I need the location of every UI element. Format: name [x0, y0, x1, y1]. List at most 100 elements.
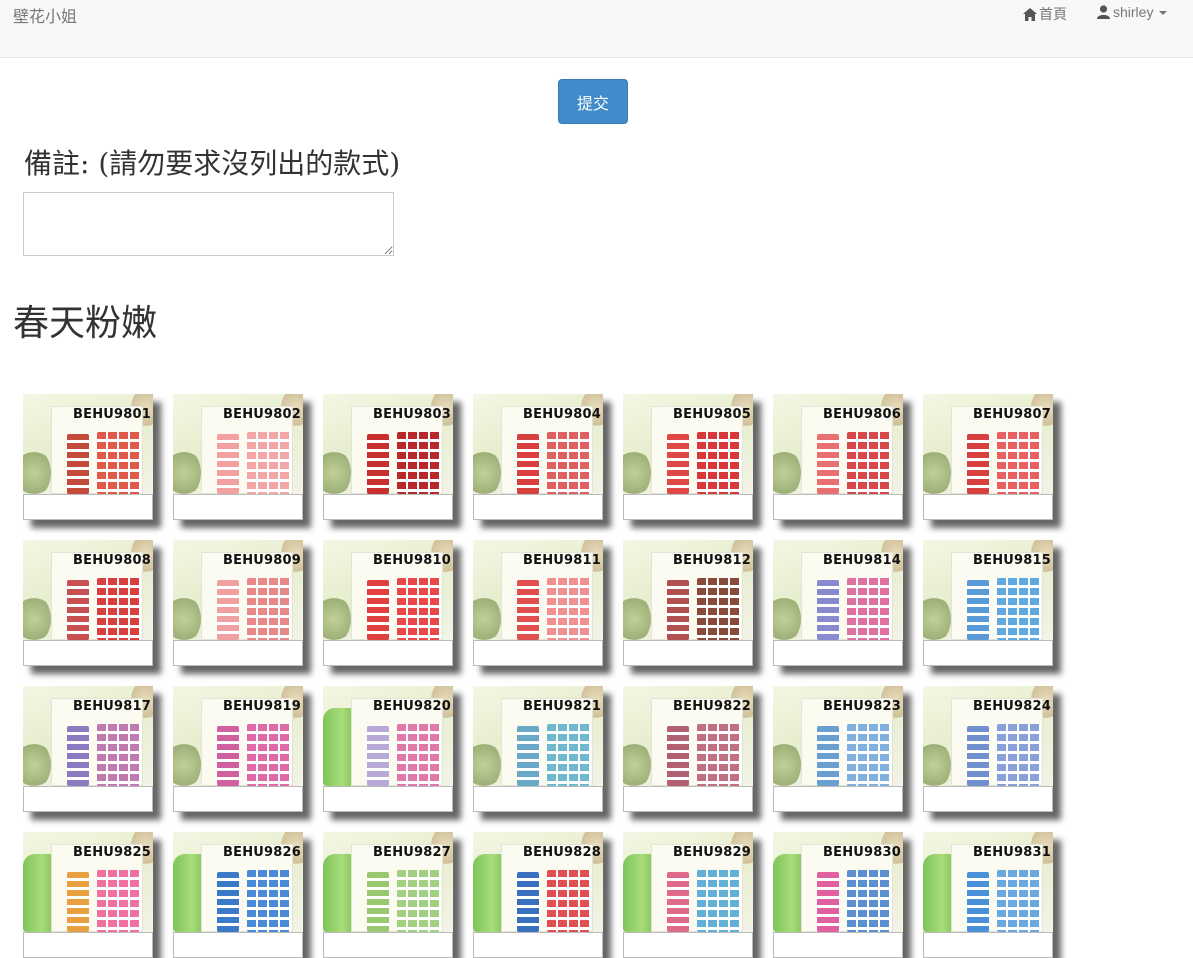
product-item[interactable]: BEHU9809 [173, 540, 303, 666]
thumbnail-leaf1 [323, 449, 351, 494]
product-item[interactable]: BEHU9827 [323, 832, 453, 958]
product-item[interactable]: BEHU9819 [173, 686, 303, 812]
product-thumbnail[interactable]: BEHU9817 [23, 686, 153, 786]
product-thumbnail[interactable]: BEHU9812 [623, 540, 753, 640]
product-item[interactable]: BEHU9808 [23, 540, 153, 666]
product-thumbnail[interactable]: BEHU9802 [173, 394, 303, 494]
product-thumbnail[interactable]: BEHU9821 [473, 686, 603, 786]
product-caption-box[interactable] [23, 640, 153, 666]
product-thumbnail[interactable]: BEHU9830 [773, 832, 903, 932]
product-thumbnail[interactable]: BEHU9829 [623, 832, 753, 932]
thumbnail-sticker-b [97, 578, 141, 640]
product-code: BEHU9829 [673, 845, 752, 860]
product-thumbnail[interactable]: BEHU9810 [323, 540, 453, 640]
product-caption-box[interactable] [173, 640, 303, 666]
product-item[interactable]: BEHU9829 [623, 832, 753, 958]
product-item[interactable]: BEHU9821 [473, 686, 603, 812]
product-item[interactable]: BEHU9820 [323, 686, 453, 812]
product-caption-box[interactable] [323, 640, 453, 666]
product-item[interactable]: BEHU9810 [323, 540, 453, 666]
product-item[interactable]: BEHU9807 [923, 394, 1053, 520]
product-item[interactable]: BEHU9823 [773, 686, 903, 812]
product-thumbnail[interactable]: BEHU9803 [323, 394, 453, 494]
product-caption-box[interactable] [923, 932, 1053, 958]
product-caption-box[interactable] [473, 640, 603, 666]
product-item[interactable]: BEHU9801 [23, 394, 153, 520]
product-item[interactable]: BEHU9831 [923, 832, 1053, 958]
product-thumbnail[interactable]: BEHU9831 [923, 832, 1053, 932]
product-item[interactable]: BEHU9825 [23, 832, 153, 958]
notes-textarea[interactable] [23, 192, 394, 256]
product-thumbnail[interactable]: BEHU9822 [623, 686, 753, 786]
product-item[interactable]: BEHU9805 [623, 394, 753, 520]
product-thumbnail[interactable]: BEHU9827 [323, 832, 453, 932]
thumbnail-leaf1 [323, 595, 351, 640]
product-caption-box[interactable] [923, 494, 1053, 520]
product-thumbnail[interactable]: BEHU9805 [623, 394, 753, 494]
product-thumbnail[interactable]: BEHU9820 [323, 686, 453, 786]
product-item[interactable]: BEHU9826 [173, 832, 303, 958]
product-caption-box[interactable] [23, 494, 153, 520]
product-thumbnail[interactable]: BEHU9828 [473, 832, 603, 932]
product-caption-box[interactable] [773, 640, 903, 666]
product-item[interactable]: BEHU9812 [623, 540, 753, 666]
product-item[interactable]: BEHU9830 [773, 832, 903, 958]
submit-button[interactable]: 提交 [558, 79, 628, 124]
product-thumbnail[interactable]: BEHU9824 [923, 686, 1053, 786]
thumbnail-sticker-b [247, 870, 291, 932]
product-caption-box[interactable] [923, 640, 1053, 666]
product-caption-box[interactable] [173, 932, 303, 958]
product-caption-box[interactable] [623, 786, 753, 812]
product-item[interactable]: BEHU9824 [923, 686, 1053, 812]
product-item[interactable]: BEHU9806 [773, 394, 903, 520]
brand-title[interactable]: 壁花小姐 [13, 3, 77, 27]
product-caption-box[interactable] [473, 786, 603, 812]
product-caption-box[interactable] [623, 932, 753, 958]
product-code: BEHU9823 [823, 699, 902, 714]
product-item[interactable]: BEHU9828 [473, 832, 603, 958]
product-thumbnail[interactable]: BEHU9809 [173, 540, 303, 640]
product-thumbnail[interactable]: BEHU9815 [923, 540, 1053, 640]
product-caption-box[interactable] [323, 494, 453, 520]
product-item[interactable]: BEHU9803 [323, 394, 453, 520]
thumbnail-leaf1 [923, 595, 951, 640]
product-caption-box[interactable] [623, 494, 753, 520]
product-caption-box[interactable] [23, 786, 153, 812]
product-item[interactable]: BEHU9811 [473, 540, 603, 666]
product-caption-box[interactable] [773, 786, 903, 812]
product-thumbnail[interactable]: BEHU9819 [173, 686, 303, 786]
product-thumbnail[interactable]: BEHU9807 [923, 394, 1053, 494]
thumbnail-sticker-b [397, 870, 441, 932]
thumbnail-leaf1 [23, 449, 51, 494]
product-thumbnail[interactable]: BEHU9808 [23, 540, 153, 640]
product-caption-box[interactable] [773, 932, 903, 958]
product-thumbnail[interactable]: BEHU9804 [473, 394, 603, 494]
product-caption-box[interactable] [773, 494, 903, 520]
product-item[interactable]: BEHU9804 [473, 394, 603, 520]
product-thumbnail[interactable]: BEHU9825 [23, 832, 153, 932]
product-caption-box[interactable] [473, 494, 603, 520]
product-item[interactable]: BEHU9802 [173, 394, 303, 520]
product-caption-box[interactable] [923, 786, 1053, 812]
product-thumbnail[interactable]: BEHU9814 [773, 540, 903, 640]
product-item[interactable]: BEHU9822 [623, 686, 753, 812]
product-caption-box[interactable] [323, 932, 453, 958]
product-thumbnail[interactable]: BEHU9823 [773, 686, 903, 786]
product-caption-box[interactable] [473, 932, 603, 958]
nav-home-link[interactable]: 首頁 [1023, 4, 1067, 24]
product-item[interactable]: BEHU9817 [23, 686, 153, 812]
product-caption-box[interactable] [323, 786, 453, 812]
product-code: BEHU9801 [73, 407, 152, 422]
product-caption-box[interactable] [173, 786, 303, 812]
product-thumbnail[interactable]: BEHU9811 [473, 540, 603, 640]
product-caption-box[interactable] [173, 494, 303, 520]
product-thumbnail[interactable]: BEHU9806 [773, 394, 903, 494]
product-caption-box[interactable] [23, 932, 153, 958]
product-code: BEHU9812 [673, 553, 752, 568]
product-item[interactable]: BEHU9814 [773, 540, 903, 666]
product-thumbnail[interactable]: BEHU9826 [173, 832, 303, 932]
user-menu-dropdown[interactable]: shirley [1097, 4, 1168, 20]
product-thumbnail[interactable]: BEHU9801 [23, 394, 153, 494]
product-item[interactable]: BEHU9815 [923, 540, 1053, 666]
product-caption-box[interactable] [623, 640, 753, 666]
